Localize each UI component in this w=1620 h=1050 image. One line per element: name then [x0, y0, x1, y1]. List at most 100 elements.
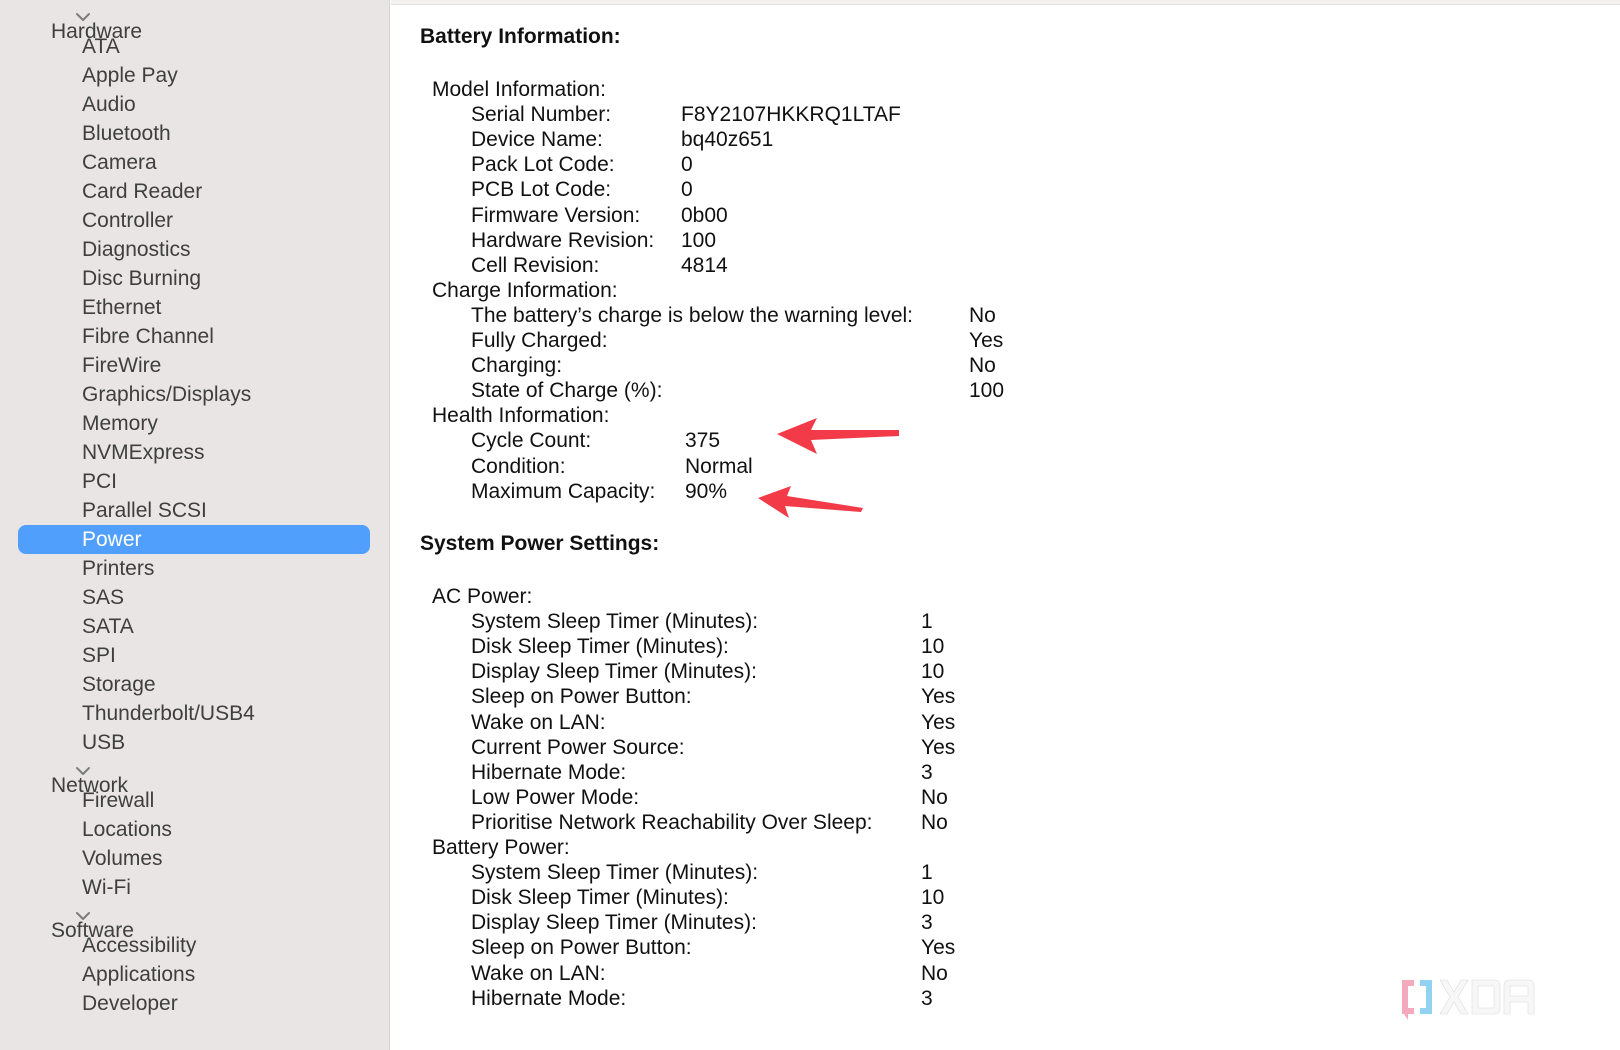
field-label: Cell Revision: — [471, 253, 600, 277]
charge-info-row: The battery’s charge is below the warnin… — [471, 303, 996, 328]
ac-power-row: Wake on LAN: Yes — [471, 710, 955, 735]
sidebar-item-label: Bluetooth — [82, 122, 171, 145]
ac-power-row: Current Power Source: Yes — [471, 735, 955, 760]
field-value: 375 — [685, 429, 721, 453]
detail-pane: Battery Information: Model Information: S… — [391, 0, 1620, 1050]
sidebar-item-label: Controller — [82, 209, 174, 232]
system-information-window: Hardware ATA Apple Pay Audio Bluetooth Camera… — [0, 0, 1620, 1050]
sidebar-item-label: SPI — [82, 644, 116, 667]
field-label: Low Power Mode: — [471, 785, 640, 809]
sidebar-group-software[interactable]: Software — [0, 902, 389, 942]
sidebar-item-firewire[interactable]: FireWire — [0, 351, 389, 380]
sidebar-item-graphics-displays[interactable]: Graphics/Displays — [0, 380, 389, 409]
sidebar-item-applications[interactable]: Applications — [0, 960, 389, 989]
sidebar-item-sas[interactable]: SAS — [0, 583, 389, 612]
field-value: 10 — [921, 660, 945, 684]
field-label: Device Name: — [471, 128, 603, 152]
field-value: 3 — [921, 911, 933, 935]
sidebar-item-label: Firewall — [82, 789, 155, 812]
battery-information-title: Battery Information: — [420, 25, 621, 48]
model-info-row: Device Name: bq40z651 — [471, 127, 773, 152]
health-info-row: Maximum Capacity: 90% — [471, 479, 727, 504]
sidebar-item-developer[interactable]: Developer — [0, 989, 389, 1018]
battery-power-row: Wake on LAN: No — [471, 961, 948, 986]
field-value: Yes — [921, 710, 956, 734]
sidebar-item-camera[interactable]: Camera — [0, 148, 389, 177]
field-value: 0b00 — [681, 203, 728, 227]
field-value: No — [921, 961, 948, 985]
sidebar-group-network[interactable]: Network — [0, 757, 389, 797]
sidebar-item-card-reader[interactable]: Card Reader — [0, 177, 389, 206]
health-info-row: Condition: Normal — [471, 454, 753, 479]
sidebar-item-label: Ethernet — [82, 296, 162, 319]
sidebar-item-wi-fi[interactable]: Wi-Fi — [0, 873, 389, 902]
field-value: 1 — [921, 861, 933, 885]
health-info-row: Cycle Count: 375 — [471, 428, 720, 453]
model-info-row: Hardware Revision: 100 — [471, 228, 716, 253]
charge-info-row: Fully Charged: Yes — [471, 328, 1003, 353]
sidebar-item-usb[interactable]: USB — [0, 728, 389, 757]
sidebar-item-label: Applications — [82, 963, 196, 986]
health-information-heading: Health Information: — [432, 404, 610, 428]
sidebar-item-label: Fibre Channel — [82, 325, 214, 348]
sidebar-item-label: Developer — [82, 992, 178, 1015]
sidebar[interactable]: Hardware ATA Apple Pay Audio Bluetooth Camera… — [0, 0, 390, 1050]
field-value: F8Y2107HKKRQ1LTAF — [681, 103, 901, 127]
model-info-row: Firmware Version: 0b00 — [471, 203, 728, 228]
sidebar-item-label: SAS — [82, 586, 125, 609]
field-value: No — [921, 785, 948, 809]
sidebar-item-memory[interactable]: Memory — [0, 409, 389, 438]
field-label: Cycle Count: — [471, 429, 592, 453]
sidebar-item-apple-pay[interactable]: Apple Pay — [0, 61, 389, 90]
xda-bracket-right-icon — [1420, 980, 1432, 1014]
field-label: Serial Number: — [471, 103, 612, 127]
sidebar-item-label: Locations — [82, 818, 172, 841]
sidebar-group-hardware[interactable]: Hardware — [0, 3, 389, 43]
field-value: 10 — [921, 635, 945, 659]
sidebar-item-power[interactable]: Power — [0, 525, 389, 554]
sidebar-item-label: USB — [82, 731, 126, 754]
sidebar-item-label: Wi-Fi — [82, 876, 131, 899]
sidebar-item-nvmexpress[interactable]: NVMExpress — [0, 438, 389, 467]
sidebar-item-locations[interactable]: Locations — [0, 815, 389, 844]
ac-power-row: Hibernate Mode: 3 — [471, 760, 933, 785]
sidebar-item-disc-burning[interactable]: Disc Burning — [0, 264, 389, 293]
field-label: Wake on LAN: — [471, 961, 606, 985]
sidebar-item-parallel-scsi[interactable]: Parallel SCSI — [0, 496, 389, 525]
system-power-settings-title: System Power Settings: — [420, 532, 660, 555]
sidebar-item-volumes[interactable]: Volumes — [0, 844, 389, 873]
field-label: Firmware Version: — [471, 203, 641, 227]
ac-power-heading: AC Power: — [432, 585, 533, 608]
sidebar-item-diagnostics[interactable]: Diagnostics — [0, 235, 389, 264]
sidebar-item-controller[interactable]: Controller — [0, 206, 389, 235]
sidebar-item-fibre-channel[interactable]: Fibre Channel — [0, 322, 389, 351]
field-label: State of Charge (%): — [471, 379, 663, 403]
sidebar-item-audio[interactable]: Audio — [0, 90, 389, 119]
model-information-heading: Model Information: — [432, 78, 606, 101]
sidebar-item-thunderbolt-usb4[interactable]: Thunderbolt/USB4 — [0, 699, 389, 728]
sidebar-item-printers[interactable]: Printers — [0, 554, 389, 583]
sidebar-item-storage[interactable]: Storage — [0, 670, 389, 699]
field-label: Disk Sleep Timer (Minutes): — [471, 635, 729, 659]
ac-power-row: Low Power Mode: No — [471, 785, 948, 810]
sidebar-item-label: Parallel SCSI — [82, 499, 207, 522]
xda-watermark-logo — [1402, 979, 1535, 1020]
sidebar-item-bluetooth[interactable]: Bluetooth — [0, 119, 389, 148]
sidebar-item-label: Thunderbolt/USB4 — [82, 702, 255, 725]
battery-power-heading: Battery Power: — [432, 836, 570, 859]
sidebar-item-label: PCI — [82, 470, 118, 493]
sidebar-item-spi[interactable]: SPI — [0, 641, 389, 670]
battery-power-row: Sleep on Power Button: Yes — [471, 935, 955, 960]
sidebar-item-ethernet[interactable]: Ethernet — [0, 293, 389, 322]
field-label: Fully Charged: — [471, 329, 608, 352]
field-label: Sleep on Power Button: — [471, 936, 692, 960]
field-label: Display Sleep Timer (Minutes): — [471, 911, 757, 935]
field-value: Yes — [921, 735, 956, 759]
field-label: Wake on LAN: — [471, 710, 606, 734]
field-value: No — [921, 810, 948, 834]
sidebar-item-label: Accessibility — [82, 934, 197, 957]
sidebar-item-pci[interactable]: PCI — [0, 467, 389, 496]
sidebar-item-sata[interactable]: SATA — [0, 612, 389, 641]
field-value: Normal — [685, 454, 753, 478]
ac-power-row: System Sleep Timer (Minutes): 1 — [471, 609, 933, 634]
